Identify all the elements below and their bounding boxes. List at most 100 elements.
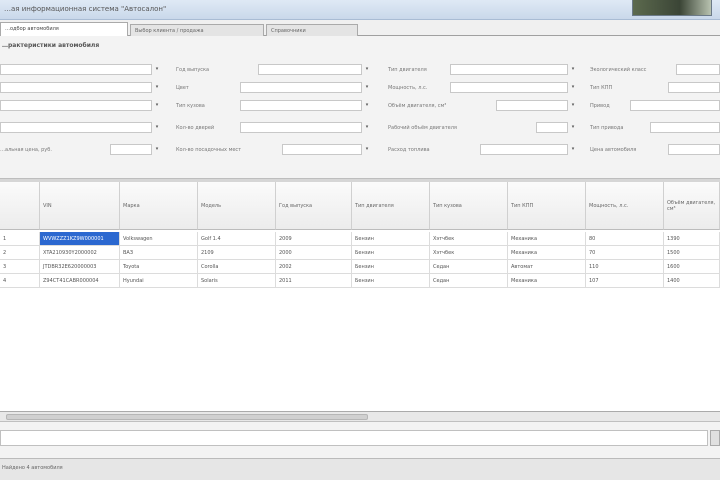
- table-cell[interactable]: Бензин: [352, 260, 430, 274]
- table-cell[interactable]: Хэтчбек: [430, 246, 508, 260]
- drive-type-field[interactable]: [650, 122, 720, 133]
- fuel-field[interactable]: [480, 144, 568, 155]
- table-cell[interactable]: Седан: [430, 260, 508, 274]
- table-cell[interactable]: Solaris: [198, 274, 276, 288]
- min-price-field[interactable]: [110, 144, 152, 155]
- bottom-button[interactable]: [710, 430, 720, 446]
- table-cell[interactable]: Toyota: [120, 260, 198, 274]
- column-header[interactable]: Марка: [120, 182, 198, 230]
- table-cell[interactable]: 107: [586, 274, 664, 288]
- table-cell[interactable]: 1600: [664, 260, 720, 274]
- car-price-field[interactable]: [668, 144, 720, 155]
- doors-field[interactable]: [240, 122, 362, 133]
- cars-table: VIN Марка Модель Год выпуска Тип двигате…: [0, 182, 720, 412]
- status-text: Найдено 4 автомобиля: [2, 465, 63, 471]
- table-cell[interactable]: Z94CT41CABR000004: [40, 274, 120, 288]
- chevron-down-icon[interactable]: ▾: [569, 100, 577, 111]
- table-cell[interactable]: Hyundai: [120, 274, 198, 288]
- chevron-down-icon[interactable]: ▾: [363, 64, 371, 75]
- chevron-down-icon[interactable]: ▾: [363, 122, 371, 133]
- seats-field[interactable]: [282, 144, 362, 155]
- filter-field-4[interactable]: [0, 122, 152, 133]
- chevron-down-icon[interactable]: ▾: [153, 122, 161, 133]
- table-cell[interactable]: 2109: [198, 246, 276, 260]
- chevron-down-icon[interactable]: ▾: [363, 144, 371, 155]
- table-cell[interactable]: 1500: [664, 246, 720, 260]
- table-cell[interactable]: Бензин: [352, 246, 430, 260]
- column-header[interactable]: [0, 182, 40, 230]
- filter-field-2[interactable]: [0, 82, 152, 93]
- table-cell[interactable]: 70: [586, 246, 664, 260]
- table-cell[interactable]: Механика: [508, 274, 586, 288]
- table-cell[interactable]: Бензин: [352, 274, 430, 288]
- column-header[interactable]: Модель: [198, 182, 276, 230]
- chevron-down-icon[interactable]: ▾: [153, 100, 161, 111]
- filter-label: Объём двигателя, см³: [388, 103, 447, 109]
- scrollbar-thumb[interactable]: [6, 414, 368, 420]
- column-header[interactable]: Тип двигателя: [352, 182, 430, 230]
- body-type-field[interactable]: [240, 100, 362, 111]
- bottom-panel: [0, 422, 720, 458]
- table-cell[interactable]: Механика: [508, 246, 586, 260]
- chevron-down-icon[interactable]: ▾: [153, 64, 161, 75]
- column-header[interactable]: Год выпуска: [276, 182, 352, 230]
- tab-references[interactable]: Справочники: [266, 24, 358, 36]
- table-cell[interactable]: Хэтчбек: [430, 232, 508, 246]
- chevron-down-icon[interactable]: ▾: [569, 144, 577, 155]
- table-cell[interactable]: XTA210930Y2000002: [40, 246, 120, 260]
- working-volume-field[interactable]: [536, 122, 568, 133]
- table-cell[interactable]: JTDBR32E620000003: [40, 260, 120, 274]
- table-cell[interactable]: 2011: [276, 274, 352, 288]
- table-cell[interactable]: 110: [586, 260, 664, 274]
- table-cell[interactable]: Седан: [430, 274, 508, 288]
- filter-label: Рабочий объём двигателя: [388, 125, 457, 131]
- drive-field[interactable]: [630, 100, 720, 111]
- table-cell[interactable]: 2: [0, 246, 40, 260]
- tab-client-sale[interactable]: Выбор клиента / продажа: [130, 24, 264, 36]
- table-cell[interactable]: Автомат: [508, 260, 586, 274]
- table-cell[interactable]: 2009: [276, 232, 352, 246]
- horizontal-scrollbar[interactable]: [0, 412, 720, 422]
- table-cell[interactable]: 1: [0, 232, 40, 246]
- chevron-down-icon[interactable]: ▾: [569, 122, 577, 133]
- filter-label: Тип кузова: [176, 103, 205, 109]
- filter-field-3[interactable]: [0, 100, 152, 111]
- column-header[interactable]: Объём двигателя, см³: [664, 182, 720, 230]
- table-cell[interactable]: 2002: [276, 260, 352, 274]
- tab-car-selection[interactable]: …одбор автомобиля: [0, 22, 128, 37]
- filter-field-1[interactable]: [0, 64, 152, 75]
- table-cell[interactable]: 3: [0, 260, 40, 274]
- chevron-down-icon[interactable]: ▾: [153, 144, 161, 155]
- year-field[interactable]: [258, 64, 362, 75]
- column-header[interactable]: Мощность, л.с.: [586, 182, 664, 230]
- table-cell[interactable]: Механика: [508, 232, 586, 246]
- table-cell[interactable]: Volkswagen: [120, 232, 198, 246]
- table-cell[interactable]: Golf 1.4: [198, 232, 276, 246]
- chevron-down-icon[interactable]: ▾: [569, 82, 577, 93]
- table-cell[interactable]: 80: [586, 232, 664, 246]
- column-header[interactable]: VIN: [40, 182, 120, 230]
- table-cell-selected[interactable]: WVWZZZ1KZ9W000001: [40, 232, 120, 246]
- column-header[interactable]: Тип кузова: [430, 182, 508, 230]
- bottom-input[interactable]: [0, 430, 708, 446]
- color-field[interactable]: [240, 82, 362, 93]
- chevron-down-icon[interactable]: ▾: [569, 64, 577, 75]
- transmission-field[interactable]: [668, 82, 720, 93]
- filter-label: Тип КПП: [590, 85, 613, 91]
- column-header[interactable]: Тип КПП: [508, 182, 586, 230]
- window-controls[interactable]: [632, 0, 712, 16]
- engine-type-field[interactable]: [450, 64, 568, 75]
- chevron-down-icon[interactable]: ▾: [363, 82, 371, 93]
- power-field[interactable]: [450, 82, 568, 93]
- table-cell[interactable]: ВАЗ: [120, 246, 198, 260]
- chevron-down-icon[interactable]: ▾: [363, 100, 371, 111]
- table-cell[interactable]: Corolla: [198, 260, 276, 274]
- table-cell[interactable]: 1390: [664, 232, 720, 246]
- table-cell[interactable]: 1400: [664, 274, 720, 288]
- chevron-down-icon[interactable]: ▾: [153, 82, 161, 93]
- table-cell[interactable]: 4: [0, 274, 40, 288]
- eco-class-field[interactable]: [676, 64, 720, 75]
- table-cell[interactable]: 2000: [276, 246, 352, 260]
- engine-volume-field[interactable]: [496, 100, 568, 111]
- table-cell[interactable]: Бензин: [352, 232, 430, 246]
